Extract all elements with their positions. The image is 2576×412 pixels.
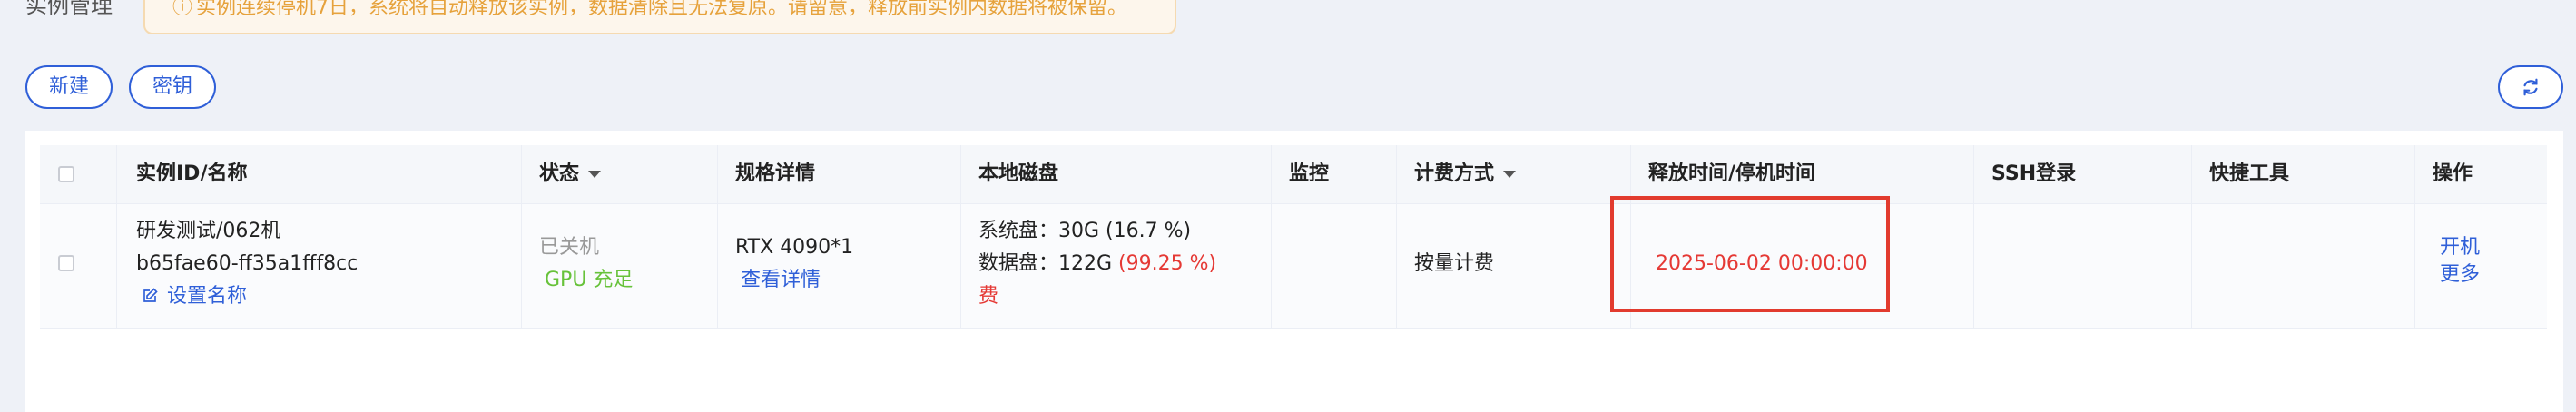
refresh-button[interactable] <box>2498 65 2563 109</box>
key-button[interactable]: 密钥 <box>129 65 216 109</box>
header-tools: 快捷工具 <box>2209 162 2290 185</box>
header-release-time: 释放时间/停机时间 <box>1648 162 1816 185</box>
row-checkbox[interactable] <box>58 255 74 271</box>
refresh-icon <box>2523 78 2538 96</box>
instance-name: 研发测试/062机 <box>136 220 281 242</box>
header-spec: 规格详情 <box>735 162 816 185</box>
highlight-annotation <box>1610 196 1890 312</box>
gpu-status: GPU 充足 <box>545 269 634 291</box>
header-actions: 操作 <box>2433 162 2473 185</box>
more-button[interactable]: 更多 <box>2440 259 2480 291</box>
release-notice: ⓘ 实例连续停机7日，系统将自动释放该实例，数据清除且无法复原。请留意，释放前实例… <box>143 0 1176 34</box>
disk-note: 费 <box>978 285 999 308</box>
sort-caret-icon <box>1503 171 1517 178</box>
system-disk: 系统盘：30G (16.7 %) <box>978 220 1192 242</box>
header-status[interactable]: 状态 <box>539 145 602 203</box>
edit-icon <box>143 288 158 302</box>
header-billing[interactable]: 计费方式 <box>1414 145 1517 203</box>
set-name-link[interactable]: 设置名称 <box>142 280 247 313</box>
header-id-name: 实例ID/名称 <box>136 162 248 185</box>
header-disk: 本地磁盘 <box>978 162 1059 185</box>
page-title: 实例管理 <box>25 0 113 18</box>
info-icon: ⓘ <box>172 0 193 19</box>
instance-id: b65fae60-ff35a1fff8cc <box>136 252 359 275</box>
header-ssh: SSH登录 <box>1991 162 2077 185</box>
table-row: 研发测试/062机 b65fae60-ff35a1fff8cc 设置名称 已关机… <box>40 204 2547 329</box>
select-all-checkbox[interactable] <box>58 166 74 182</box>
notice-text: 实例连续停机7日，系统将自动释放该实例，数据清除且无法复原。请留意，释放前实例内… <box>196 0 1128 19</box>
instance-table: 实例ID/名称 状态 规格详情 本地磁盘 监控 计费方式 释放时间/停机时间 S… <box>40 145 2547 329</box>
header-monitor: 监控 <box>1289 162 1330 185</box>
table-header: 实例ID/名称 状态 规格详情 本地磁盘 监控 计费方式 释放时间/停机时间 S… <box>40 145 2547 204</box>
view-details-link[interactable]: 查看详情 <box>741 264 821 297</box>
billing-method: 按量计费 <box>1414 252 1495 275</box>
instance-panel: 实例ID/名称 状态 规格详情 本地磁盘 监控 计费方式 释放时间/停机时间 S… <box>25 131 2563 412</box>
status-text: 已关机 <box>539 236 600 259</box>
spec-text: RTX 4090*1 <box>735 236 854 259</box>
new-button[interactable]: 新建 <box>25 65 113 109</box>
data-disk: 数据盘：122G (99.25 %) <box>978 252 1217 275</box>
sort-caret-icon <box>588 171 602 178</box>
